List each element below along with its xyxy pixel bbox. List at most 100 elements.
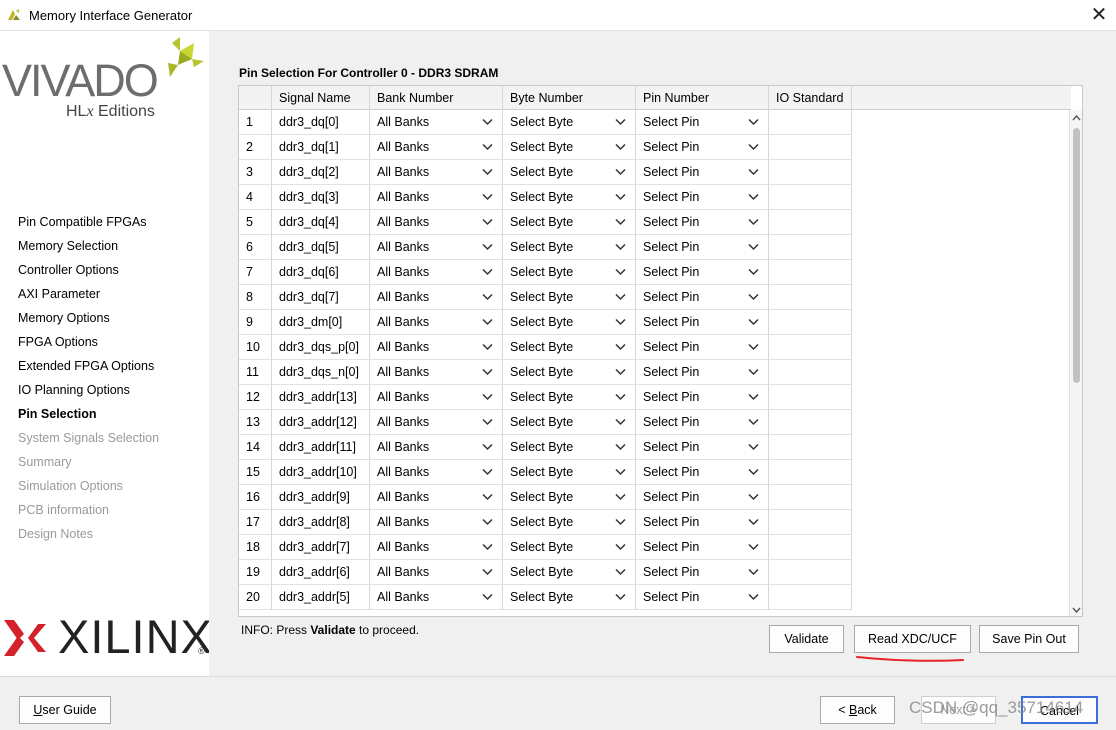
byte-number-dropdown[interactable]: Select Byte (503, 235, 636, 260)
validate-button[interactable]: Validate (769, 625, 844, 653)
xilinx-logo: XILINX ® (4, 613, 212, 663)
col-header-pin-number[interactable]: Pin Number (636, 86, 769, 110)
byte-number-dropdown[interactable]: Select Byte (503, 210, 636, 235)
wizard-steps-nav: Pin Compatible FPGAs Memory Selection Co… (18, 213, 159, 549)
bank-number-dropdown[interactable]: All Banks (370, 410, 503, 435)
save-pin-out-button[interactable]: Save Pin Out (979, 625, 1079, 653)
scroll-down-arrow-icon[interactable] (1072, 606, 1081, 614)
nav-item-memory-selection[interactable]: Memory Selection (18, 237, 159, 261)
nav-item-extended-fpga-options[interactable]: Extended FPGA Options (18, 357, 159, 381)
signal-name-cell: ddr3_addr[13] (272, 385, 370, 410)
byte-number-dropdown[interactable]: Select Byte (503, 110, 636, 135)
byte-number-dropdown[interactable]: Select Byte (503, 160, 636, 185)
pin-number-dropdown[interactable]: Select Pin (636, 260, 769, 285)
byte-number-dropdown[interactable]: Select Byte (503, 460, 636, 485)
col-header-byte-number[interactable]: Byte Number (503, 86, 636, 110)
byte-number-dropdown[interactable]: Select Byte (503, 335, 636, 360)
pin-number-dropdown[interactable]: Select Pin (636, 435, 769, 460)
pin-number-dropdown[interactable]: Select Pin (636, 385, 769, 410)
byte-number-dropdown[interactable]: Select Byte (503, 135, 636, 160)
byte-number-dropdown[interactable]: Select Byte (503, 535, 636, 560)
bank-number-dropdown[interactable]: All Banks (370, 160, 503, 185)
scroll-up-arrow-icon[interactable] (1072, 114, 1081, 122)
scroll-thumb[interactable] (1073, 128, 1080, 383)
bank-number-dropdown[interactable]: All Banks (370, 360, 503, 385)
io-standard-cell (769, 360, 852, 385)
pin-number-dropdown[interactable]: Select Pin (636, 285, 769, 310)
bank-number-dropdown[interactable]: All Banks (370, 235, 503, 260)
bank-number-dropdown[interactable]: All Banks (370, 335, 503, 360)
col-header-io-standard[interactable]: IO Standard (769, 86, 852, 110)
bank-number-dropdown[interactable]: All Banks (370, 110, 503, 135)
pin-number-dropdown[interactable]: Select Pin (636, 135, 769, 160)
nav-item-pin-selection[interactable]: Pin Selection (18, 405, 159, 429)
close-window-button[interactable]: ✕ (1082, 2, 1116, 29)
byte-number-dropdown[interactable]: Select Byte (503, 260, 636, 285)
byte-number-dropdown[interactable]: Select Byte (503, 185, 636, 210)
bank-number-dropdown[interactable]: All Banks (370, 385, 503, 410)
bank-number-dropdown[interactable]: All Banks (370, 585, 503, 610)
io-standard-cell (769, 485, 852, 510)
pin-number-dropdown[interactable]: Select Pin (636, 110, 769, 135)
nav-item-memory-options[interactable]: Memory Options (18, 309, 159, 333)
byte-number-dropdown[interactable]: Select Byte (503, 435, 636, 460)
nav-item-fpga-options[interactable]: FPGA Options (18, 333, 159, 357)
bank-number-dropdown[interactable]: All Banks (370, 285, 503, 310)
bank-number-dropdown[interactable]: All Banks (370, 535, 503, 560)
nav-item-axi-parameter[interactable]: AXI Parameter (18, 285, 159, 309)
byte-number-dropdown[interactable]: Select Byte (503, 410, 636, 435)
bank-number-dropdown[interactable]: All Banks (370, 185, 503, 210)
bank-number-dropdown[interactable]: All Banks (370, 510, 503, 535)
nav-item-pin-compatible-fpgas[interactable]: Pin Compatible FPGAs (18, 213, 159, 237)
byte-number-dropdown[interactable]: Select Byte (503, 510, 636, 535)
chevron-down-icon (482, 543, 493, 551)
row-filler (852, 185, 1071, 210)
byte-number-dropdown[interactable]: Select Byte (503, 485, 636, 510)
pin-number-dropdown[interactable]: Select Pin (636, 585, 769, 610)
bank-number-dropdown[interactable]: All Banks (370, 210, 503, 235)
pin-number-dropdown[interactable]: Select Pin (636, 235, 769, 260)
table-vertical-scrollbar[interactable] (1069, 110, 1082, 616)
pin-number-dropdown[interactable]: Select Pin (636, 335, 769, 360)
chevron-down-icon (615, 243, 626, 251)
row-index: 16 (239, 485, 272, 510)
nav-item-io-planning-options[interactable]: IO Planning Options (18, 381, 159, 405)
byte-number-dropdown[interactable]: Select Byte (503, 285, 636, 310)
byte-number-dropdown[interactable]: Select Byte (503, 385, 636, 410)
col-header-signal-name[interactable]: Signal Name (272, 86, 370, 110)
hlx-editions-label: HLx Editions (66, 103, 155, 120)
pin-number-dropdown[interactable]: Select Pin (636, 185, 769, 210)
chevron-down-icon (615, 143, 626, 151)
pin-number-dropdown[interactable]: Select Pin (636, 410, 769, 435)
back-button[interactable]: < Back (820, 696, 895, 724)
pin-number-dropdown[interactable]: Select Pin (636, 210, 769, 235)
user-guide-button[interactable]: User Guide (19, 696, 111, 724)
pin-number-dropdown[interactable]: Select Pin (636, 360, 769, 385)
pin-number-dropdown[interactable]: Select Pin (636, 485, 769, 510)
read-xdc-ucf-button[interactable]: Read XDC/UCF (854, 625, 971, 653)
byte-number-dropdown[interactable]: Select Byte (503, 310, 636, 335)
pin-number-dropdown[interactable]: Select Pin (636, 535, 769, 560)
bank-number-dropdown[interactable]: All Banks (370, 485, 503, 510)
byte-number-dropdown[interactable]: Select Byte (503, 560, 636, 585)
chevron-down-icon (482, 343, 493, 351)
pin-number-dropdown[interactable]: Select Pin (636, 160, 769, 185)
pin-number-dropdown[interactable]: Select Pin (636, 460, 769, 485)
pin-number-dropdown[interactable]: Select Pin (636, 510, 769, 535)
bank-number-dropdown[interactable]: All Banks (370, 435, 503, 460)
bank-number-dropdown[interactable]: All Banks (370, 560, 503, 585)
bank-number-dropdown[interactable]: All Banks (370, 310, 503, 335)
nav-item-controller-options[interactable]: Controller Options (18, 261, 159, 285)
pin-number-dropdown[interactable]: Select Pin (636, 560, 769, 585)
chevron-down-icon (748, 368, 759, 376)
pin-number-dropdown[interactable]: Select Pin (636, 310, 769, 335)
col-header-bank-number[interactable]: Bank Number (370, 86, 503, 110)
bank-number-dropdown[interactable]: All Banks (370, 460, 503, 485)
io-standard-cell (769, 435, 852, 460)
nav-item-system-signals-selection: System Signals Selection (18, 431, 160, 445)
row-filler (852, 410, 1071, 435)
bank-number-dropdown[interactable]: All Banks (370, 135, 503, 160)
byte-number-dropdown[interactable]: Select Byte (503, 585, 636, 610)
byte-number-dropdown[interactable]: Select Byte (503, 360, 636, 385)
bank-number-dropdown[interactable]: All Banks (370, 260, 503, 285)
